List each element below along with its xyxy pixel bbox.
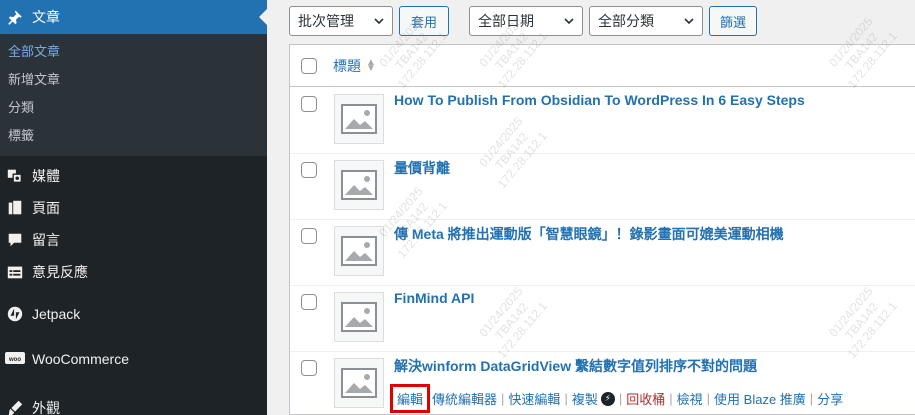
date-filter-value: 全部日期 xyxy=(478,13,534,29)
row-checkbox[interactable] xyxy=(301,360,317,376)
row-actions: 編輯 傳統編輯器 | 快速編輯 | 複製 ⚡ | 回收桶 | 檢視 | 使用 B… xyxy=(390,384,843,413)
post-title-link[interactable]: How To Publish From Obsidian To WordPres… xyxy=(394,92,805,108)
menu-appearance[interactable]: 外觀 xyxy=(0,392,267,415)
menu-feedback-label: 意見反應 xyxy=(32,264,88,280)
menu-comments-label: 留言 xyxy=(32,232,60,248)
post-title-link[interactable]: 傳 Meta 將推出運動版「智慧眼鏡」！錄影畫面可媲美運動相機 xyxy=(394,224,784,244)
menu-pages-label: 頁面 xyxy=(32,200,60,216)
chevron-down-icon xyxy=(684,18,694,25)
separator: | xyxy=(706,391,711,406)
submenu-categories[interactable]: 分類 xyxy=(0,94,267,122)
placeholder-image-icon xyxy=(334,226,384,276)
apply-button[interactable]: 套用 xyxy=(399,6,449,36)
table-row: FinMind API xyxy=(290,286,915,352)
table-header: 標題 ▲ ▼ xyxy=(290,45,915,87)
submenu-tags[interactable]: 標籤 xyxy=(0,122,267,150)
submenu-add-new[interactable]: 新增文章 xyxy=(0,66,267,94)
jetpack-bolt-icon: ⚡ xyxy=(600,391,615,406)
separator: | xyxy=(669,391,673,406)
sort-icon: ▲ ▼ xyxy=(366,56,376,74)
duplicate-link[interactable]: 複製 xyxy=(572,389,598,408)
menu-woocommerce[interactable]: woo WooCommerce xyxy=(0,334,267,384)
woocommerce-icon: woo xyxy=(4,349,26,369)
tablenav-top: 批次管理 套用 全部日期 全部分類 篩選 xyxy=(289,6,757,36)
menu-posts[interactable]: 文章 xyxy=(0,0,267,34)
chevron-down-icon xyxy=(564,18,574,25)
trash-link[interactable]: 回收桶 xyxy=(626,389,665,408)
row-checkbox[interactable] xyxy=(301,96,317,112)
separator: | xyxy=(501,391,505,406)
post-title-link[interactable]: FinMind API xyxy=(394,290,474,306)
category-filter-value: 全部分類 xyxy=(598,13,654,29)
menu-jetpack-label: Jetpack xyxy=(32,306,81,322)
bulk-actions-select[interactable]: 批次管理 xyxy=(289,6,393,36)
menu-jetpack[interactable]: Jetpack xyxy=(0,294,267,334)
placeholder-image-icon xyxy=(334,292,384,342)
row-checkbox[interactable] xyxy=(301,162,317,178)
share-link[interactable]: 分享 xyxy=(817,389,843,408)
placeholder-image-icon xyxy=(334,358,384,408)
media-icon xyxy=(4,166,26,186)
placeholder-image-icon xyxy=(334,160,384,210)
classic-editor-link[interactable]: 傳統編輯器 xyxy=(432,389,497,408)
pages-icon xyxy=(4,198,26,218)
separator: | xyxy=(809,391,814,406)
menu-pages[interactable]: 頁面 xyxy=(0,192,267,224)
main-content: 批次管理 套用 全部日期 全部分類 篩選 標題 ▲ ▼ How To Publi… xyxy=(267,0,915,415)
menu-posts-label: 文章 xyxy=(32,9,60,25)
posts-submenu: 全部文章 新增文章 分類 標籤 xyxy=(0,34,267,156)
table-row: How To Publish From Obsidian To WordPres… xyxy=(290,88,915,154)
title-header-label: 標題 xyxy=(333,57,361,74)
category-filter-select[interactable]: 全部分類 xyxy=(589,6,703,36)
menu-media[interactable]: 媒體 xyxy=(0,160,267,192)
quick-edit-link[interactable]: 快速編輯 xyxy=(508,389,560,408)
comments-icon xyxy=(4,230,26,250)
appearance-icon xyxy=(4,398,26,415)
view-link[interactable]: 檢視 xyxy=(677,389,703,408)
feedback-icon xyxy=(4,262,26,282)
admin-sidebar: 文章 全部文章 新增文章 分類 標籤 媒體 頁面 留言 意見反應 Jetpack xyxy=(0,0,267,415)
menu-appearance-label: 外觀 xyxy=(32,400,60,415)
date-filter-select[interactable]: 全部日期 xyxy=(469,6,583,36)
edit-link[interactable]: 編輯 xyxy=(390,384,431,413)
chevron-down-icon xyxy=(374,18,384,25)
menu-comments[interactable]: 留言 xyxy=(0,224,267,256)
separator: | xyxy=(564,391,568,406)
title-column-header[interactable]: 標題 ▲ ▼ xyxy=(333,56,376,76)
filter-button[interactable]: 篩選 xyxy=(709,6,757,36)
menu-woocommerce-label: WooCommerce xyxy=(32,351,129,367)
posts-table: 標題 ▲ ▼ How To Publish From Obsidian To Wo… xyxy=(289,44,915,415)
row-checkbox[interactable] xyxy=(301,294,317,310)
svg-text:woo: woo xyxy=(8,357,21,363)
table-row: 解決winform DataGridView 繫結數字值列排序不對的問題 編輯 … xyxy=(290,352,915,415)
table-row: 傳 Meta 將推出運動版「智慧眼鏡」！錄影畫面可媲美運動相機 xyxy=(290,220,915,286)
submenu-all-posts[interactable]: 全部文章 xyxy=(0,38,267,66)
row-checkbox[interactable] xyxy=(301,228,317,244)
jetpack-icon xyxy=(4,304,26,324)
pushpin-icon xyxy=(4,7,26,27)
post-title-link[interactable]: 量價背離 xyxy=(394,158,450,178)
blaze-promote-link[interactable]: 使用 Blaze 推廣 xyxy=(714,389,806,408)
post-title-link[interactable]: 解決winform DataGridView 繫結數字值列排序不對的問題 xyxy=(394,356,757,376)
menu-feedback[interactable]: 意見反應 xyxy=(0,256,267,288)
menu-media-label: 媒體 xyxy=(32,168,60,184)
bulk-actions-value: 批次管理 xyxy=(298,13,354,29)
table-row: 量價背離 xyxy=(290,154,915,220)
select-all-checkbox[interactable] xyxy=(301,57,317,74)
separator: | xyxy=(618,391,623,406)
placeholder-image-icon xyxy=(334,94,384,144)
